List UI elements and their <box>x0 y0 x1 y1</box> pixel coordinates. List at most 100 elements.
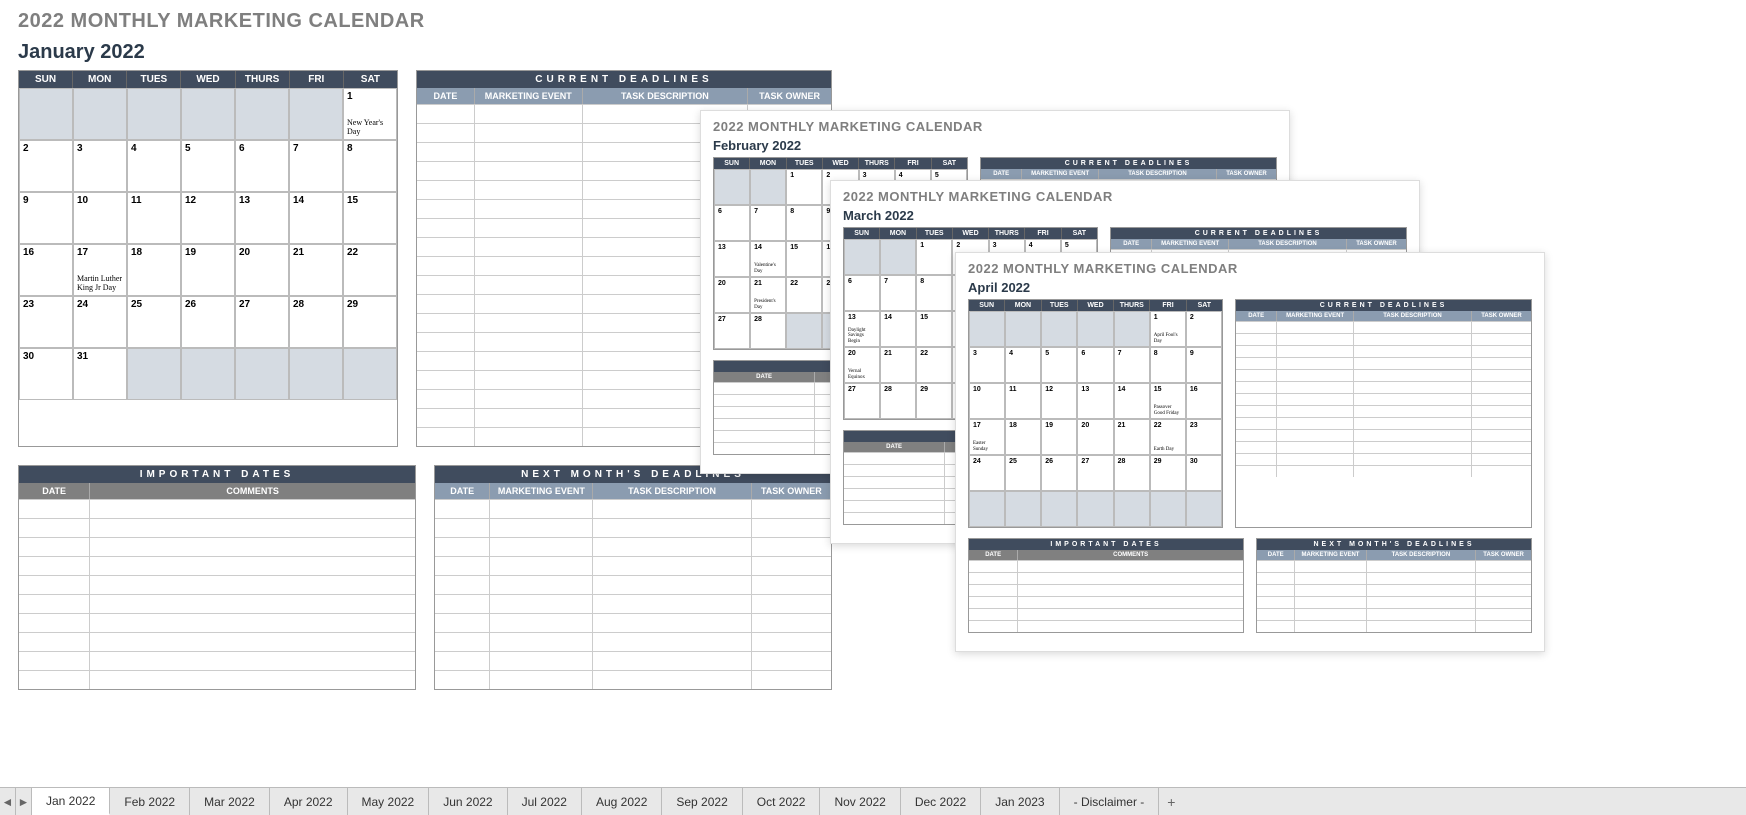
calendar-cell[interactable] <box>73 88 127 140</box>
calendar-cell[interactable]: 6 <box>235 140 289 192</box>
calendar-cell[interactable]: 2 <box>1186 311 1222 347</box>
calendar-cell[interactable]: 24 <box>969 455 1005 491</box>
calendar-cell[interactable] <box>1077 311 1113 347</box>
calendar-cell[interactable]: 28 <box>750 313 786 349</box>
calendar-cell[interactable]: 27 <box>714 313 750 349</box>
calendar-cell[interactable]: 29 <box>1150 455 1186 491</box>
calendar-cell[interactable]: 1 <box>916 239 952 275</box>
calendar-cell[interactable]: 12 <box>1041 383 1077 419</box>
calendar-cell[interactable] <box>343 348 397 400</box>
table-row[interactable] <box>969 584 1243 596</box>
table-row[interactable] <box>1236 381 1531 393</box>
calendar-cell[interactable]: 8 <box>786 205 822 241</box>
sheet-tab[interactable]: Dec 2022 <box>901 788 981 815</box>
calendar-cell[interactable]: 29 <box>343 296 397 348</box>
calendar-cell[interactable]: 9 <box>1186 347 1222 383</box>
tab-prev-button[interactable]: ◄ <box>0 788 16 815</box>
sheet-tab[interactable]: May 2022 <box>348 788 430 815</box>
calendar-cell[interactable] <box>1041 311 1077 347</box>
sheet-tab[interactable]: - Disclaimer - <box>1060 788 1160 815</box>
tab-next-button[interactable]: ► <box>16 788 32 815</box>
calendar-cell[interactable]: 21President's Day <box>750 277 786 313</box>
calendar-cell[interactable]: 19 <box>181 244 235 296</box>
calendar-cell[interactable]: 1April Fool's Day <box>1150 311 1186 347</box>
calendar-cell[interactable]: 7 <box>1114 347 1150 383</box>
calendar-cell[interactable]: 20 <box>714 277 750 313</box>
calendar-cell[interactable] <box>1005 491 1041 527</box>
table-row[interactable] <box>435 556 831 575</box>
calendar-cell[interactable]: 27 <box>235 296 289 348</box>
calendar-cell[interactable]: 22 <box>343 244 397 296</box>
calendar-cell[interactable]: 17Easter Sunday <box>969 419 1005 455</box>
calendar-cell[interactable]: 29 <box>916 383 952 419</box>
calendar-cell[interactable] <box>1186 491 1222 527</box>
table-row[interactable] <box>19 575 415 594</box>
calendar-cell[interactable] <box>181 348 235 400</box>
calendar-cell[interactable]: 3 <box>73 140 127 192</box>
sheet-tab[interactable]: Feb 2022 <box>110 788 190 815</box>
calendar-cell[interactable]: 28 <box>880 383 916 419</box>
table-row[interactable] <box>1236 465 1531 477</box>
table-row[interactable] <box>19 499 415 518</box>
calendar-cell[interactable]: 7 <box>880 275 916 311</box>
table-row[interactable] <box>1236 345 1531 357</box>
calendar-cell[interactable]: 21 <box>880 347 916 383</box>
calendar-cell[interactable]: 3 <box>969 347 1005 383</box>
calendar-cell[interactable]: 23 <box>19 296 73 348</box>
calendar-cell[interactable] <box>289 348 343 400</box>
calendar-cell[interactable]: 6 <box>844 275 880 311</box>
table-row[interactable] <box>19 670 415 689</box>
sheet-tab[interactable]: Mar 2022 <box>190 788 270 815</box>
calendar-cell[interactable] <box>127 348 181 400</box>
table-row[interactable] <box>969 596 1243 608</box>
table-row[interactable] <box>435 651 831 670</box>
calendar-cell[interactable]: 30 <box>1186 455 1222 491</box>
table-row[interactable] <box>1257 620 1531 632</box>
calendar-cell[interactable]: 15 <box>343 192 397 244</box>
calendar-cell[interactable]: 5 <box>181 140 235 192</box>
calendar-cell[interactable]: 21 <box>1114 419 1150 455</box>
calendar-cell[interactable]: 10 <box>73 192 127 244</box>
calendar-cell[interactable] <box>19 88 73 140</box>
calendar-cell[interactable] <box>750 169 786 205</box>
calendar-cell[interactable]: 13Daylight Savings Begin <box>844 311 880 347</box>
calendar-cell[interactable]: 7 <box>750 205 786 241</box>
calendar-cell[interactable] <box>289 88 343 140</box>
calendar-cell[interactable]: 19 <box>1041 419 1077 455</box>
calendar-cell[interactable]: 21 <box>289 244 343 296</box>
calendar-cell[interactable] <box>1077 491 1113 527</box>
calendar-cell[interactable]: 27 <box>1077 455 1113 491</box>
calendar-cell[interactable] <box>969 311 1005 347</box>
calendar-cell[interactable]: 4 <box>1005 347 1041 383</box>
table-row[interactable] <box>969 620 1243 632</box>
calendar-cell[interactable]: 26 <box>181 296 235 348</box>
calendar-cell[interactable]: 20Vernal Equinox <box>844 347 880 383</box>
table-row[interactable] <box>19 556 415 575</box>
table-row[interactable] <box>19 594 415 613</box>
table-row[interactable] <box>1236 429 1531 441</box>
calendar-cell[interactable]: 14 <box>289 192 343 244</box>
calendar-cell[interactable]: 13 <box>235 192 289 244</box>
calendar-cell[interactable]: 6 <box>1077 347 1113 383</box>
calendar-cell[interactable]: 22 <box>786 277 822 313</box>
table-row[interactable] <box>435 518 831 537</box>
calendar-cell[interactable]: 13 <box>1077 383 1113 419</box>
calendar-cell[interactable] <box>181 88 235 140</box>
table-row[interactable] <box>435 613 831 632</box>
calendar-cell[interactable]: 4 <box>127 140 181 192</box>
calendar-cell[interactable]: 15 <box>786 241 822 277</box>
sheet-tab[interactable]: Aug 2022 <box>582 788 662 815</box>
calendar-cell[interactable]: 6 <box>714 205 750 241</box>
table-row[interactable] <box>1257 572 1531 584</box>
sheet-tab[interactable]: Jan 2023 <box>981 788 1059 815</box>
calendar-cell[interactable]: 14 <box>880 311 916 347</box>
table-row[interactable] <box>19 537 415 556</box>
calendar-cell[interactable] <box>127 88 181 140</box>
calendar-cell[interactable]: 16 <box>19 244 73 296</box>
calendar-cell[interactable]: 8 <box>343 140 397 192</box>
calendar-cell[interactable]: 12 <box>181 192 235 244</box>
calendar-cell[interactable] <box>844 239 880 275</box>
table-row[interactable] <box>1257 596 1531 608</box>
table-row[interactable] <box>435 499 831 518</box>
calendar-cell[interactable] <box>714 169 750 205</box>
